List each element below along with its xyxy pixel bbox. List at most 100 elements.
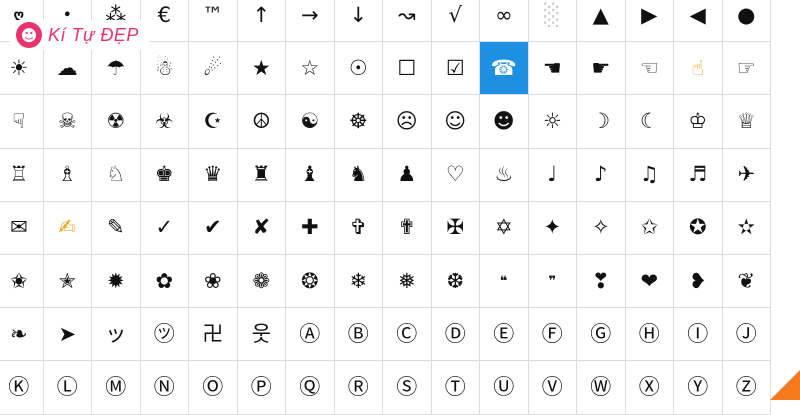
symbol-cell[interactable]: ☑ <box>431 42 480 96</box>
symbol-cell[interactable]: ♩ <box>528 148 577 202</box>
symbol-cell[interactable]: ☼ <box>528 95 577 149</box>
symbol-cell[interactable]: ❧ <box>0 308 44 362</box>
symbol-cell[interactable]: ™ <box>189 0 238 43</box>
symbol-cell[interactable]: ✪ <box>674 201 723 255</box>
symbol-cell[interactable]: ☛ <box>577 42 626 96</box>
symbol-cell[interactable]: ★ <box>237 42 286 96</box>
symbol-cell[interactable]: ❆ <box>431 254 480 309</box>
symbol-cell[interactable]: ☃ <box>140 42 189 96</box>
symbol-cell[interactable]: ✡ <box>480 201 529 255</box>
symbol-cell[interactable]: ▶ <box>625 0 674 43</box>
symbol-cell[interactable]: Ⓚ <box>0 361 44 415</box>
symbol-cell[interactable]: ❞ <box>528 254 577 309</box>
symbol-cell[interactable]: ♫ <box>625 148 674 202</box>
symbol-cell[interactable]: ❤ <box>625 254 674 309</box>
symbol-cell[interactable]: ➤ <box>43 308 92 362</box>
symbol-cell[interactable]: ░ <box>528 0 577 43</box>
symbol-cell[interactable]: ♞ <box>334 148 383 202</box>
symbol-cell[interactable]: Ⓔ <box>480 308 529 362</box>
symbol-cell[interactable]: ♗ <box>43 148 92 202</box>
symbol-cell[interactable]: → <box>286 0 335 43</box>
symbol-cell[interactable]: Ⓦ <box>577 361 626 415</box>
symbol-cell[interactable]: ✠ <box>431 201 480 255</box>
symbol-cell[interactable]: Ⓞ <box>189 361 238 415</box>
symbol-cell[interactable]: ✓ <box>140 201 189 255</box>
symbol-cell[interactable]: ッ <box>92 308 141 362</box>
symbol-cell[interactable]: 웃 <box>237 308 286 362</box>
symbol-cell[interactable]: Ⓐ <box>286 308 335 362</box>
symbol-cell[interactable]: ☄ <box>189 42 238 96</box>
symbol-cell[interactable]: ☪ <box>189 95 238 149</box>
symbol-cell[interactable]: Ⓧ <box>625 361 674 415</box>
symbol-cell[interactable]: ✔ <box>189 201 238 255</box>
symbol-cell[interactable]: Ⓒ <box>383 308 432 362</box>
symbol-cell[interactable]: Ⓤ <box>480 361 529 415</box>
symbol-cell[interactable]: ♟ <box>383 148 432 202</box>
symbol-cell[interactable]: ↓ <box>334 0 383 43</box>
symbol-cell[interactable]: ❦ <box>722 254 771 309</box>
symbol-cell[interactable]: ☁ <box>43 42 92 96</box>
symbol-cell[interactable]: ● <box>722 0 771 43</box>
symbol-cell[interactable]: ♕ <box>722 95 771 149</box>
symbol-cell[interactable]: Ⓑ <box>334 308 383 362</box>
symbol-cell[interactable]: ☎ <box>480 42 529 96</box>
symbol-cell[interactable]: ㋡ <box>140 308 189 362</box>
symbol-cell[interactable]: ☸ <box>334 95 383 149</box>
symbol-cell[interactable]: ✞ <box>334 201 383 255</box>
symbol-cell[interactable]: ✟ <box>383 201 432 255</box>
symbol-cell[interactable]: ♖ <box>0 148 44 202</box>
symbol-cell[interactable]: ✎ <box>92 201 141 255</box>
symbol-cell[interactable]: ☐ <box>383 42 432 96</box>
symbol-cell[interactable]: Ⓘ <box>674 308 723 362</box>
symbol-cell[interactable]: ☚ <box>528 42 577 96</box>
symbol-cell[interactable]: Ⓠ <box>286 361 335 415</box>
symbol-cell[interactable]: ☢ <box>92 95 141 149</box>
symbol-cell[interactable]: ☞ <box>722 42 771 96</box>
symbol-cell[interactable]: ☺ <box>431 95 480 149</box>
symbol-cell[interactable]: ♔ <box>674 95 723 149</box>
symbol-cell[interactable]: ✚ <box>286 201 335 255</box>
symbol-cell[interactable]: ♬ <box>674 148 723 202</box>
symbol-cell[interactable]: ✍ <box>43 201 92 255</box>
symbol-cell[interactable]: ☽ <box>577 95 626 149</box>
symbol-cell[interactable]: ✩ <box>625 201 674 255</box>
symbol-cell[interactable]: ❁ <box>237 254 286 309</box>
symbol-cell[interactable]: ☯ <box>286 95 335 149</box>
symbol-cell[interactable]: ∞ <box>480 0 529 43</box>
symbol-cell[interactable]: ☀ <box>0 42 44 96</box>
symbol-cell[interactable]: ☹ <box>383 95 432 149</box>
symbol-cell[interactable]: ✧ <box>577 201 626 255</box>
symbol-cell[interactable]: ✬ <box>0 254 44 309</box>
symbol-cell[interactable]: ▲ <box>577 0 626 43</box>
symbol-cell[interactable]: √ <box>431 0 480 43</box>
symbol-cell[interactable]: ❥ <box>674 254 723 309</box>
symbol-cell[interactable]: ✉ <box>0 201 44 255</box>
symbol-cell[interactable]: ☝ <box>674 42 723 96</box>
symbol-cell[interactable]: Ⓩ <box>722 361 771 415</box>
symbol-cell[interactable]: ☆ <box>286 42 335 96</box>
symbol-cell[interactable]: Ⓗ <box>625 308 674 362</box>
symbol-cell[interactable]: Ⓣ <box>431 361 480 415</box>
symbol-cell[interactable]: ✈ <box>722 148 771 202</box>
symbol-cell[interactable]: ☟ <box>0 95 44 149</box>
symbol-cell[interactable]: ✭ <box>43 254 92 309</box>
symbol-cell[interactable]: Ⓟ <box>237 361 286 415</box>
symbol-cell[interactable]: ❂ <box>286 254 335 309</box>
symbol-cell[interactable]: ✿ <box>140 254 189 309</box>
symbol-cell[interactable]: ♨ <box>480 148 529 202</box>
symbol-cell[interactable]: ☣ <box>140 95 189 149</box>
symbol-cell[interactable]: ♡ <box>431 148 480 202</box>
symbol-cell[interactable]: Ⓕ <box>528 308 577 362</box>
symbol-cell[interactable]: ☠ <box>43 95 92 149</box>
symbol-cell[interactable]: ♝ <box>286 148 335 202</box>
symbol-cell[interactable]: Ⓢ <box>383 361 432 415</box>
symbol-cell[interactable]: ✘ <box>237 201 286 255</box>
symbol-cell[interactable]: ◀ <box>674 0 723 43</box>
symbol-cell[interactable]: ♘ <box>92 148 141 202</box>
symbol-cell[interactable]: ❅ <box>383 254 432 309</box>
symbol-cell[interactable]: Ⓜ <box>92 361 141 415</box>
symbol-cell[interactable]: Ⓡ <box>334 361 383 415</box>
symbol-cell[interactable]: Ⓓ <box>431 308 480 362</box>
symbol-cell[interactable]: ❀ <box>189 254 238 309</box>
symbol-cell[interactable]: ✫ <box>722 201 771 255</box>
